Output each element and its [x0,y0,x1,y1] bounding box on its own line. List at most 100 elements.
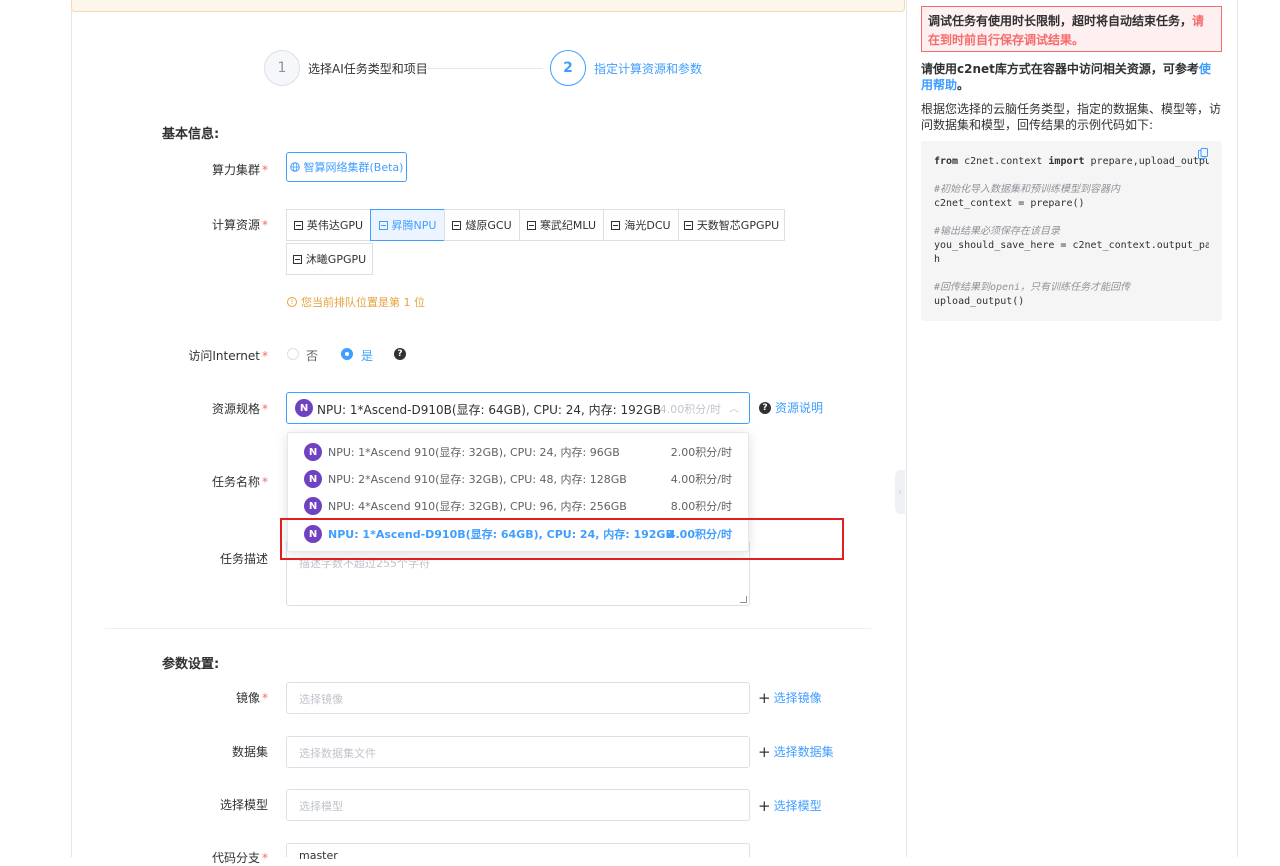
spec-option-price: 2.00积分/时 [670,446,732,459]
question-icon: ? [759,401,771,414]
code-comment: #输出结果必须保存在该目录 [934,226,1061,237]
code-line: you_should_save_here = c2net_context.out… [934,240,1209,251]
select-model-text: 选择模型 [773,799,822,813]
code-line: from c2net.context import prepare,upload… [934,156,1209,167]
compute-option-ascend-npu[interactable]: 昇腾NPU [370,209,445,241]
copy-icon[interactable] [1198,148,1208,159]
step-2-label: 指定计算资源和参数 [594,62,703,76]
select-dataset-button[interactable]: + 选择数据集 [758,743,834,760]
internet-radio-yes[interactable] [341,348,353,360]
model-placeholder: 选择模型 [299,800,343,813]
task-name-label: 任务名称 * [211,475,268,489]
spec-option-price: 8.00积分/时 [670,500,732,513]
select-model-button[interactable]: + 选择模型 [758,797,822,814]
code-line: c2net_context = prepare() [934,198,1085,209]
spec-option-text: NPU: 4*Ascend 910(显存: 32GB), CPU: 96, 内存… [328,500,627,513]
branch-label: 代码分支 * [211,851,268,865]
resource-help-text: 资源说明 [775,401,824,415]
plus-icon: + [758,688,771,707]
spec-label: 资源规格 * [211,402,268,416]
compute-label: 计算资源 * [211,218,268,232]
plus-icon: + [758,742,771,761]
right-edge-border [1237,0,1238,857]
warning-icon: ! [287,297,297,307]
spec-option[interactable]: N NPU: 2*Ascend 910(显存: 32GB), CPU: 48, … [288,465,748,493]
step-1-label: 选择AI任务类型和项目 [308,62,428,76]
alert-text: 调试任务有使用时长限制，超时将自动结束任务， [928,14,1193,28]
select-image-text: 选择镜像 [773,691,822,705]
compute-option-hygon-dcu[interactable]: 海光DCU [603,209,679,241]
compute-option-iluvatar-gpgpu[interactable]: 天数智芯GPGPU [678,209,785,241]
compute-option-label: 沐曦GPGPU [305,253,367,266]
select-image-button[interactable]: + 选择镜像 [758,689,822,706]
resize-grip-icon[interactable] [740,596,747,603]
globe-icon [289,162,300,172]
code-description: 根据您选择的云脑任务类型，指定的数据集、模型等，访问数据集和模型，回传结果的示例… [921,102,1222,132]
cluster-option-button[interactable]: 智算网络集群(Beta) [286,152,407,182]
compute-option-label: 海光DCU [624,219,671,232]
chip-icon [683,220,693,230]
dataset-placeholder: 选择数据集文件 [299,747,376,760]
compute-option-label: 燧原GCU [465,219,512,232]
step-connector [425,68,543,69]
compute-option-label: 寒武纪MLU [539,219,597,232]
code-blank [934,211,1209,225]
basic-info-title: 基本信息: [162,127,220,142]
compute-option-metax-gpgpu[interactable]: 沐曦GPGPU [286,243,373,275]
compute-option-label: 昇腾NPU [391,219,437,232]
branch-input[interactable]: master [286,843,750,862]
code-comment: #初始化导入数据集和预训练模型到容器内 [934,184,1121,195]
chip-icon [293,220,303,230]
code-line: h [934,254,941,265]
cluster-option-label: 智算网络集群(Beta) [303,161,404,174]
chip-icon [452,220,462,230]
npu-badge-icon: N [295,399,313,417]
cluster-label: 算力集群 * [211,163,268,177]
code-comment: #回传结果到openi，只有训练任务才能回传 [934,282,1131,293]
spec-option[interactable]: N NPU: 4*Ascend 910(显存: 32GB), CPU: 96, … [288,492,748,520]
intro-end: 。 [957,78,970,92]
internet-radio-no[interactable] [287,348,299,360]
image-input[interactable]: 选择镜像 [286,682,750,714]
code-sample: from c2net.context import prepare,upload… [921,141,1222,321]
queue-position-tip: ! 您当前排队位置是第 1 位 [287,294,425,310]
dataset-label: 数据集 [231,745,268,759]
npu-badge-icon: N [304,443,322,461]
compute-option-label: 天数智芯GPGPU [696,219,780,232]
code-blank [934,169,1209,183]
c2net-intro: 请使用c2net库方式在容器中访问相关资源，可参考使用帮助。 [921,61,1221,93]
image-label: 镜像 * [235,691,268,705]
spec-selected-price: 4.00积分/时 [659,403,721,416]
spec-option[interactable]: N NPU: 1*Ascend 910(显存: 32GB), CPU: 24, … [288,438,748,466]
internet-label: 访问Internet * [188,349,268,363]
collapse-handle[interactable]: ‹ [895,470,905,514]
intro-text: 请使用c2net库方式在容器中访问相关资源，可参考 [921,62,1199,76]
debug-time-alert: 调试任务有使用时长限制，超时将自动结束任务，请在到时前自行保存调试结果。 [921,6,1222,52]
step-2-circle: 2 [550,50,586,86]
queue-position-text: 您当前排队位置是第 1 位 [301,296,425,309]
chip-icon [378,220,388,230]
npu-badge-icon: N [304,470,322,488]
question-icon[interactable]: ? [394,348,406,360]
spec-option-price: 4.00积分/时 [670,473,732,486]
internet-no-label[interactable]: 否 [306,347,318,364]
internet-yes-label[interactable]: 是 [361,347,373,364]
compute-option-nvidia-gpu[interactable]: 英伟达GPU [286,209,371,241]
spec-selected-text: NPU: 1*Ascend-D910B(显存: 64GB), CPU: 24, … [317,403,661,417]
chevron-up-icon: ︿ [729,404,739,415]
param-section-title: 参数设置: [162,657,220,672]
spec-select[interactable]: N NPU: 1*Ascend-D910B(显存: 64GB), CPU: 24… [286,392,750,424]
compute-option-cambricon-mlu[interactable]: 寒武纪MLU [519,209,604,241]
spec-option-text: NPU: 2*Ascend 910(显存: 32GB), CPU: 48, 内存… [328,473,627,486]
spec-option-text: NPU: 1*Ascend 910(显存: 32GB), CPU: 24, 内存… [328,446,620,459]
compute-option-enflame-gcu[interactable]: 燧原GCU [444,209,520,241]
chip-icon [292,254,302,264]
top-notice-strip [71,0,905,12]
section-divider [105,628,871,629]
resource-help-link[interactable]: ? 资源说明 [759,399,823,416]
dataset-input[interactable]: 选择数据集文件 [286,736,750,768]
branch-value: master [299,849,338,862]
highlight-box [280,518,844,560]
npu-badge-icon: N [304,497,322,515]
model-input[interactable]: 选择模型 [286,789,750,821]
